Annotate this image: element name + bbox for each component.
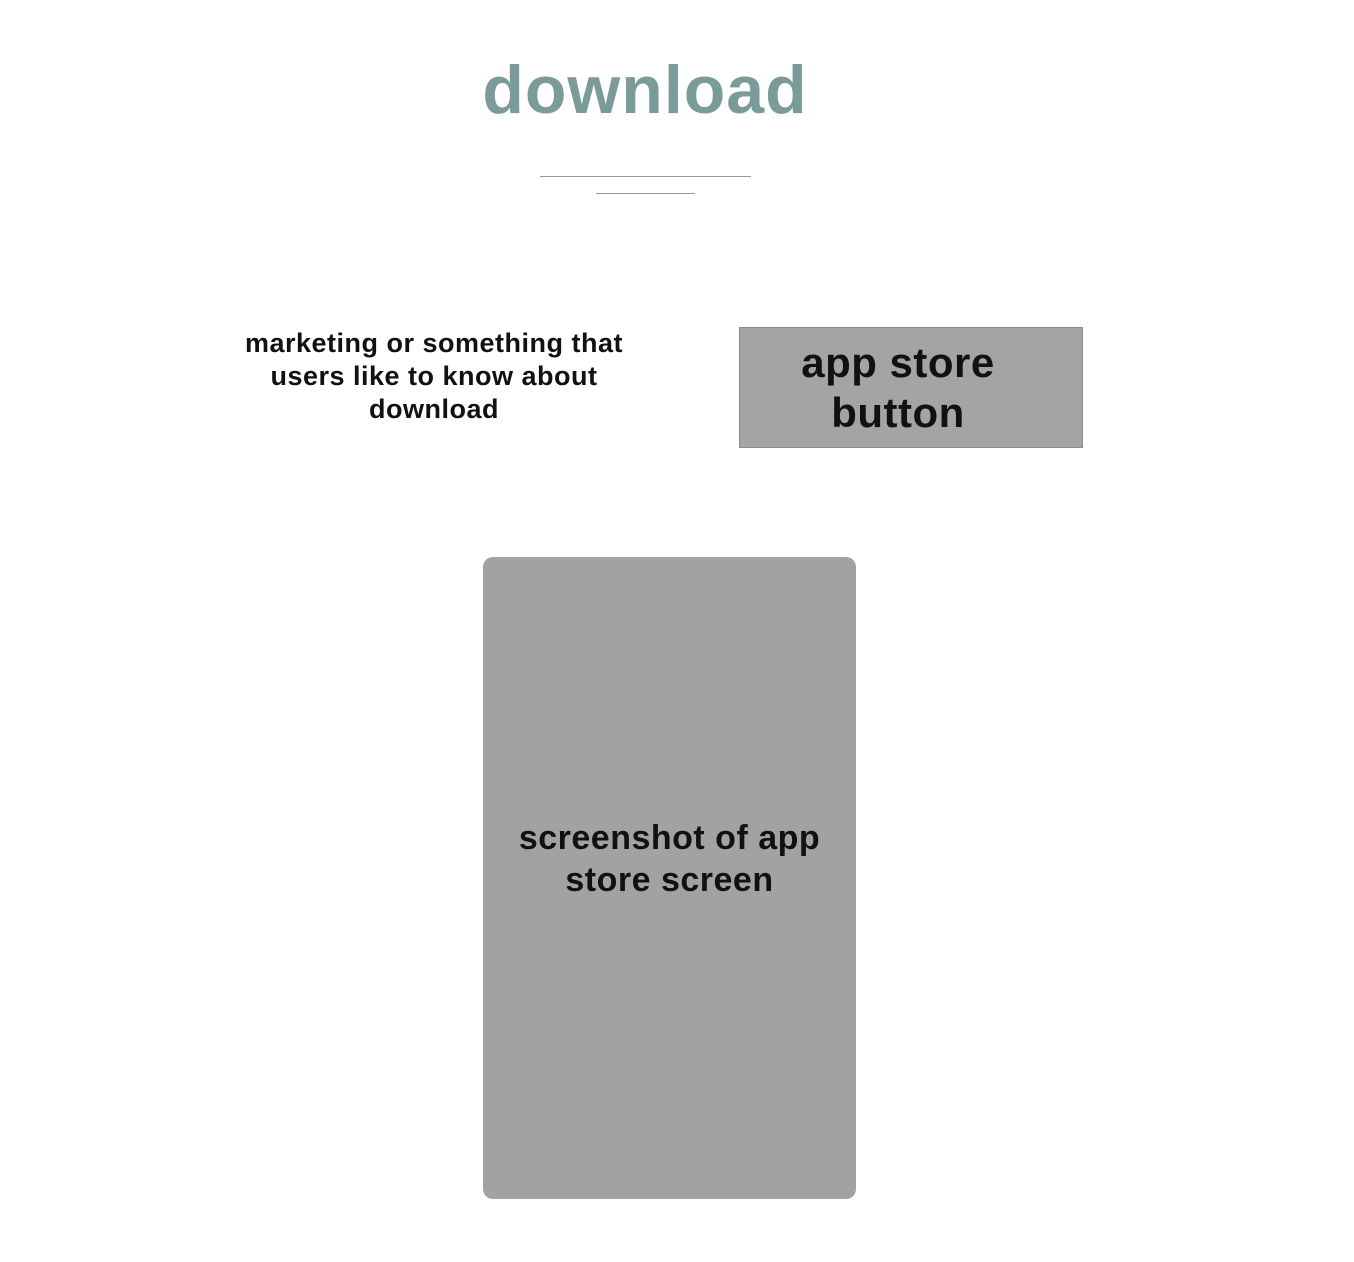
app-store-button-label: app store button — [801, 338, 995, 436]
title-divider-short — [596, 193, 695, 194]
screenshot-placeholder-label: screenshot of app store screen — [518, 819, 821, 899]
app-store-screenshot-placeholder: screenshot of app store screen — [483, 557, 856, 1199]
app-store-button[interactable]: app store button — [739, 327, 1083, 448]
page-title: download — [482, 52, 808, 128]
title-divider-long — [540, 176, 751, 177]
marketing-text: marketing or something that users like t… — [244, 328, 624, 424]
